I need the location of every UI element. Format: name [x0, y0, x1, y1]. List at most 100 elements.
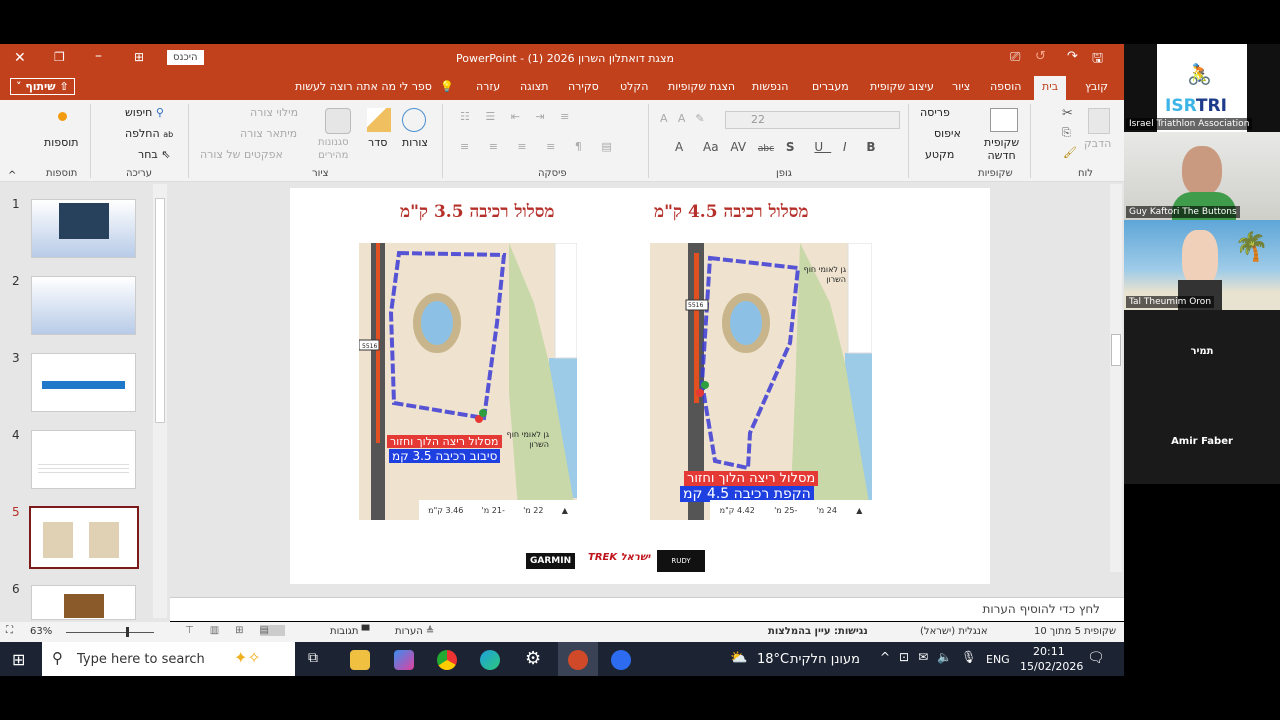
- powerpoint-taskbar-button[interactable]: [558, 642, 598, 676]
- tell-me-search[interactable]: ספר לי מה אתה רוצה לעשות: [295, 80, 432, 93]
- font-size-buttons[interactable]: ✎AA: [660, 112, 715, 125]
- tab-insert[interactable]: הוספה: [990, 80, 1021, 93]
- arrange-button[interactable]: סדר: [368, 136, 387, 149]
- zoom-slider[interactable]: [60, 626, 160, 638]
- replace-button[interactable]: ab החלפה: [125, 127, 173, 140]
- weather-temp[interactable]: 18°C: [757, 652, 789, 667]
- fit-slide-icon[interactable]: ⛶: [6, 625, 13, 636]
- tab-slideshow[interactable]: הצגת שקופיות: [668, 80, 735, 93]
- slide-thumbnail-6[interactable]: [31, 585, 136, 620]
- copy-icon[interactable]: ⎘: [1062, 126, 1071, 140]
- participant-tile[interactable]: Guy Kaftori The Buttons: [1124, 132, 1280, 220]
- windows-start-icon[interactable]: ⊞: [12, 650, 25, 669]
- language-status[interactable]: אנגלית (ישראל): [920, 626, 988, 637]
- participant-tile[interactable]: תמיר: [1124, 310, 1280, 398]
- format-painter-icon[interactable]: 🖌: [1063, 146, 1077, 159]
- tab-record[interactable]: הקלט: [620, 80, 648, 93]
- settings-icon[interactable]: ⚙: [525, 648, 541, 669]
- present-icon[interactable]: ⎚: [1010, 50, 1020, 65]
- slide-thumbnail-2[interactable]: [31, 276, 136, 335]
- task-view-icon[interactable]: ⧉: [308, 650, 318, 666]
- shape-fill-button[interactable]: מילוי צורה: [250, 106, 298, 119]
- addins-button[interactable]: תוספות: [44, 136, 78, 149]
- participant-tile[interactable]: Amir Faber: [1124, 398, 1280, 484]
- minimize-icon[interactable]: –: [95, 48, 102, 64]
- zoom-app-icon[interactable]: [611, 650, 631, 670]
- char-spacing[interactable]: AV: [730, 140, 746, 154]
- comments-button[interactable]: תגובות ▀: [330, 626, 369, 637]
- tab-help[interactable]: עזרה: [476, 80, 500, 93]
- shape-outline-button[interactable]: מיתאר צורה: [240, 127, 297, 140]
- shape-effects-button[interactable]: אפקטים של צורה: [200, 148, 283, 161]
- notes-pane[interactable]: לחץ כדי להוסיף הערות: [170, 597, 1124, 621]
- scrollbar-thumb[interactable]: [1111, 334, 1121, 366]
- tab-transitions[interactable]: מעברים: [812, 80, 849, 93]
- slide-thumbnail-3[interactable]: [31, 353, 136, 412]
- weather-text[interactable]: מעונן חלקית: [790, 652, 860, 667]
- redo-icon[interactable]: ↷: [1067, 49, 1078, 64]
- notes-button[interactable]: הערות ≜: [395, 626, 434, 637]
- tab-home[interactable]: בית: [1034, 76, 1067, 100]
- section-button[interactable]: מקטע: [925, 148, 954, 161]
- tab-animations[interactable]: הנפשות: [752, 80, 788, 93]
- participant-tile[interactable]: ISRTRI 🚴 Israel Triathlon Association: [1124, 44, 1280, 132]
- sign-in-button[interactable]: היכנס: [167, 50, 204, 65]
- clock-time[interactable]: 20:11: [1033, 645, 1065, 658]
- layout-button[interactable]: פריסה: [920, 106, 950, 119]
- zoom-level[interactable]: 63%: [30, 626, 52, 637]
- chrome-icon[interactable]: [437, 650, 457, 670]
- view-buttons[interactable]: ⊤▥⊞▤: [185, 625, 285, 636]
- paragraph-controls[interactable]: ≡ ⇥ ⇤ ☰ ☷: [460, 110, 575, 123]
- status-bar: ⛶ 63% ⊤▥⊞▤ תגובות ▀ הערות ≜ נגישות: עיין…: [0, 622, 1124, 642]
- slide-canvas[interactable]: מסלול רכיבה 3.5 ק"מ מסלול רכיבה 4.5 ק"מ …: [290, 188, 990, 584]
- new-slide-button[interactable]: שקופית חדשה: [984, 136, 1019, 162]
- close-icon[interactable]: ✕: [14, 50, 26, 66]
- slide-thumbnail-4[interactable]: [31, 430, 136, 489]
- tab-draw[interactable]: ציור: [952, 80, 970, 93]
- tab-view[interactable]: תצוגה: [520, 80, 548, 93]
- restore-icon[interactable]: ❐: [54, 50, 65, 64]
- system-tray-icons[interactable]: ^⊡✉🔈🎙: [880, 650, 985, 664]
- collapse-ribbon-icon[interactable]: ^: [8, 170, 16, 181]
- undo-icon[interactable]: ↺: [1035, 49, 1046, 64]
- participant-tile[interactable]: 🌴 Tal Theumim Oron: [1124, 220, 1280, 310]
- file-explorer-icon[interactable]: [350, 650, 370, 670]
- clock-date[interactable]: 15/02/2026: [1020, 660, 1083, 673]
- italic-button[interactable]: I: [843, 140, 855, 154]
- share-button[interactable]: ˅ שיתוף ⇧: [10, 78, 75, 95]
- tab-design[interactable]: עיצוב שקופית: [870, 80, 934, 93]
- bold-button[interactable]: B: [866, 140, 883, 154]
- strike-button[interactable]: abc: [758, 144, 774, 154]
- alignment-controls[interactable]: ▤ ¶ ≡ ≡ ≡ ≡: [460, 140, 620, 153]
- notes-placeholder[interactable]: לחץ כדי להוסיף הערות: [982, 602, 1100, 616]
- editor-scrollbar[interactable]: [1110, 184, 1122, 572]
- font-format-buttons[interactable]: A Aa AV abc S U I B: [675, 140, 884, 154]
- tab-file[interactable]: קובץ: [1085, 80, 1108, 93]
- shapes-button[interactable]: צורות: [402, 136, 428, 149]
- tab-review[interactable]: סקירה: [568, 80, 599, 93]
- notifications-icon[interactable]: 🗨: [1087, 650, 1105, 666]
- quick-styles-button[interactable]: סגנונות מהירים: [318, 136, 349, 162]
- find-button[interactable]: ⚲ חיפוש: [125, 106, 164, 119]
- cut-icon[interactable]: ✂: [1062, 106, 1073, 121]
- underline-button[interactable]: U: [814, 140, 831, 154]
- shadow-button[interactable]: S: [786, 140, 803, 154]
- slide-thumbnail-5[interactable]: [29, 506, 139, 569]
- input-language[interactable]: ENG: [986, 653, 1010, 666]
- slide-thumbnail-1[interactable]: [31, 199, 136, 258]
- scrollbar-thumb[interactable]: [155, 198, 165, 423]
- thumbnail-scrollbar[interactable]: [153, 184, 167, 618]
- accessibility-status[interactable]: נגישות: עיין בהמלצות: [768, 626, 868, 637]
- taskbar-search[interactable]: ⚲ Type here to search ✦✧: [42, 642, 295, 676]
- edge-icon[interactable]: [480, 650, 500, 670]
- reset-button[interactable]: איפוס: [934, 127, 961, 140]
- save-icon[interactable]: 🖫: [1092, 49, 1103, 71]
- paste-icon: [1088, 108, 1110, 134]
- copilot-icon[interactable]: [394, 650, 414, 670]
- paste-button[interactable]: הדבק: [1084, 137, 1111, 150]
- font-size-select[interactable]: 22: [725, 111, 900, 129]
- select-button[interactable]: ⇖ בחר: [138, 148, 170, 161]
- ribbon-display-icon[interactable]: ⊞: [134, 50, 144, 64]
- notes-label: הערות: [395, 626, 423, 637]
- change-case[interactable]: Aa: [703, 140, 719, 154]
